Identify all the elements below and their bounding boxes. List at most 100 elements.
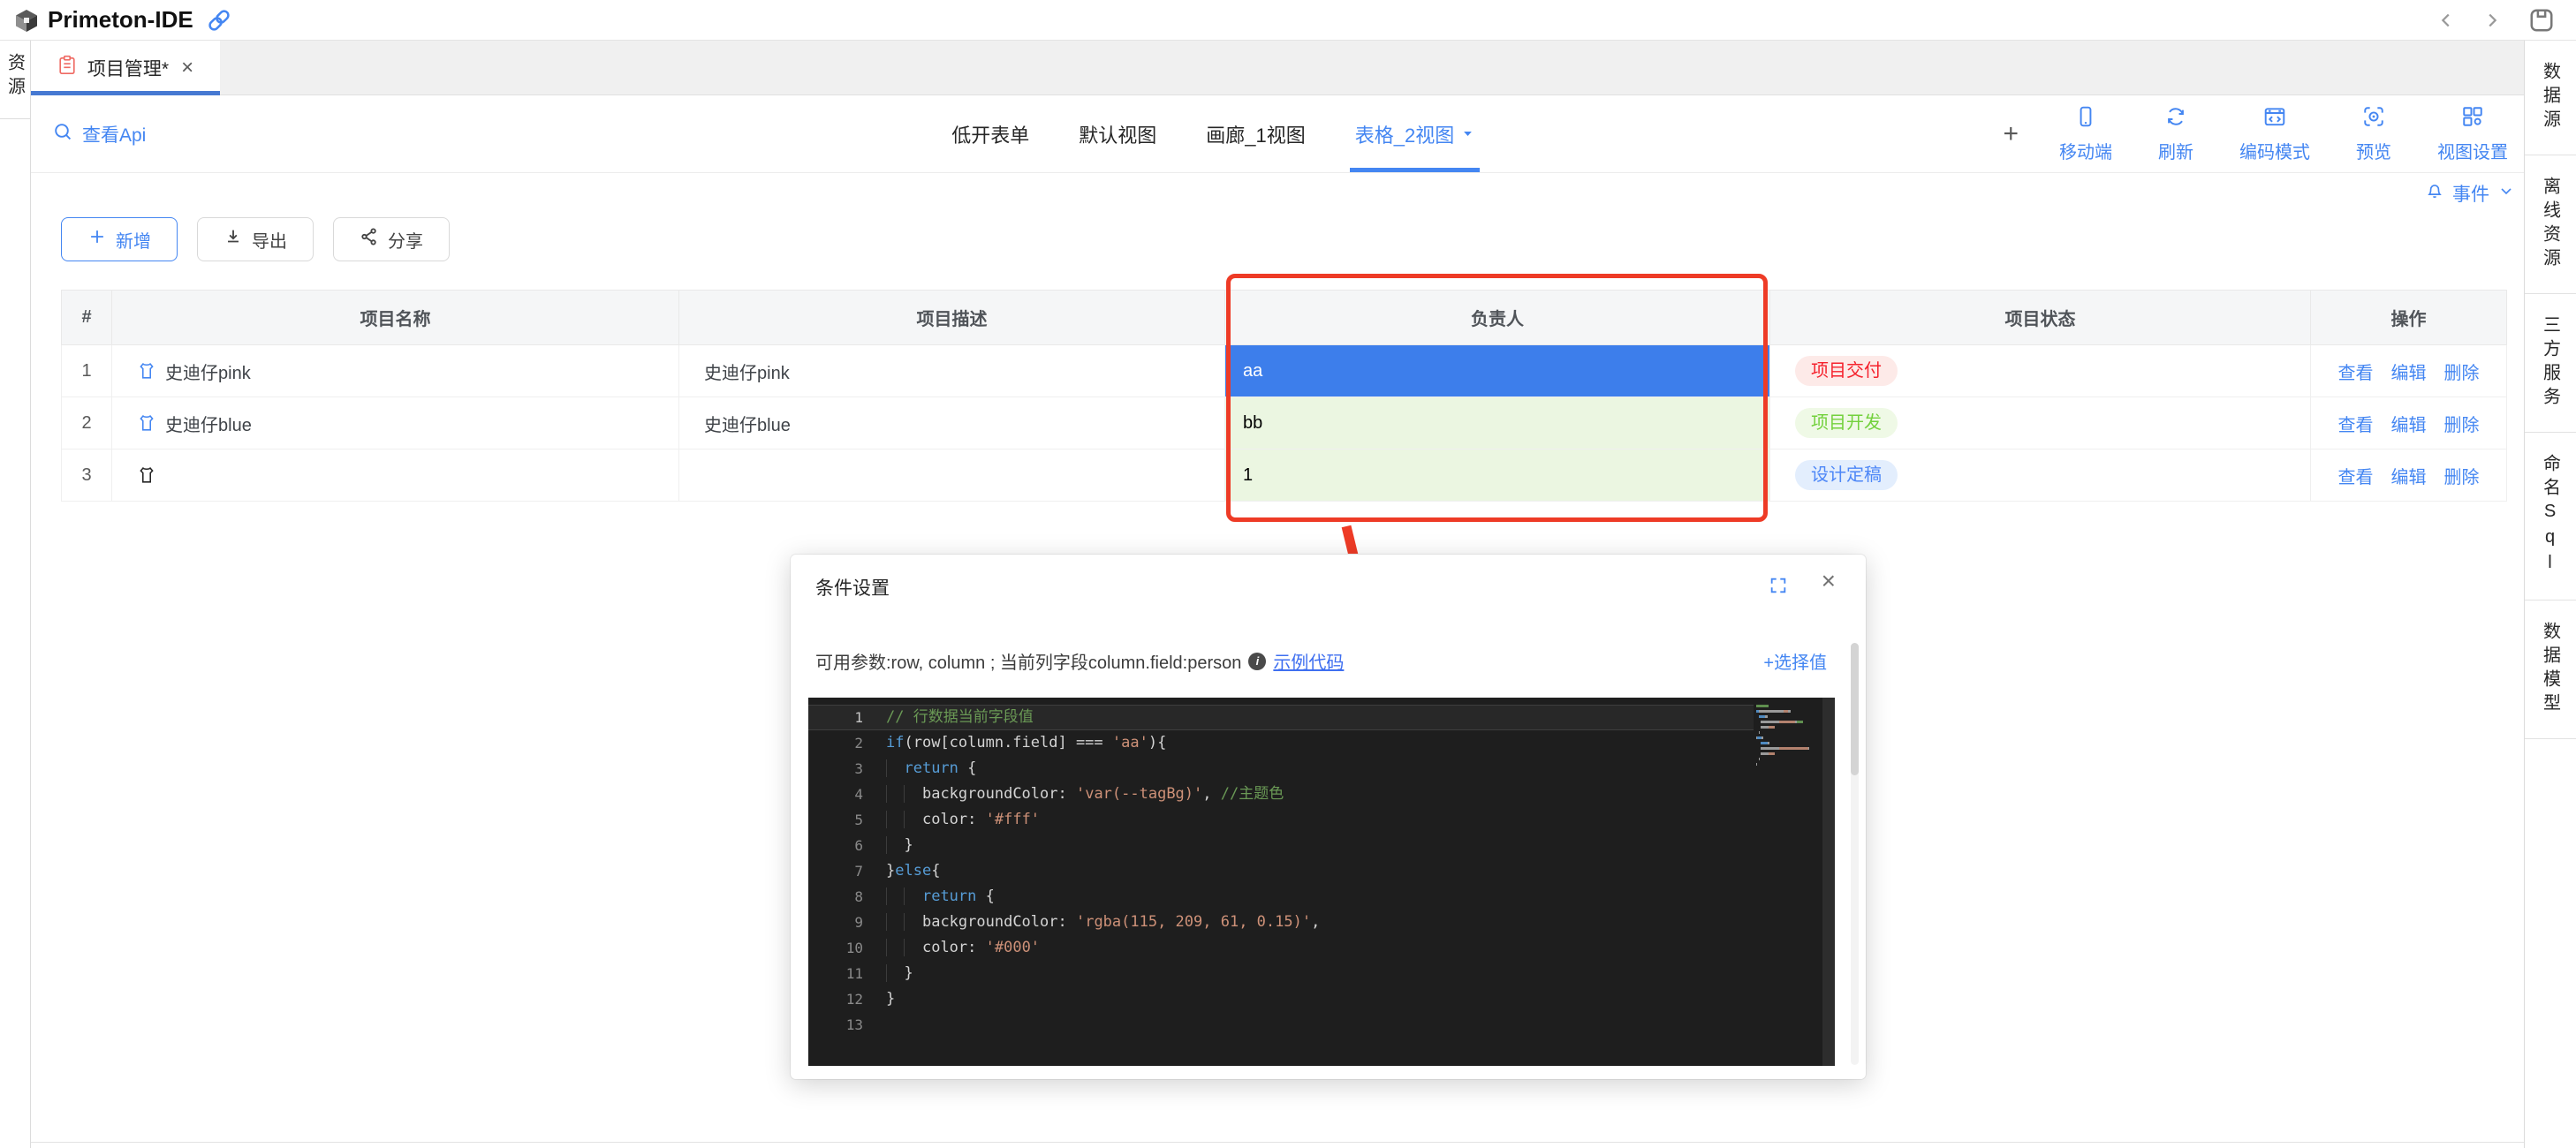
status-badge: 项目开发 xyxy=(1795,408,1898,438)
line-number: 5 xyxy=(808,807,863,833)
tool-视图设置[interactable]: 视图设置 xyxy=(2437,105,2508,163)
view-api-label: 查看Api xyxy=(82,121,146,147)
导出-button[interactable]: 导出 xyxy=(197,217,314,261)
view-tab-label: 低开表单 xyxy=(951,120,1029,148)
view-tab-默认视图[interactable]: 默认视图 xyxy=(1079,95,1156,172)
tab-close-icon[interactable]: × xyxy=(181,57,193,79)
rail-item-label: 命名Sql xyxy=(2538,454,2564,578)
info-icon[interactable]: i xyxy=(1248,653,1266,670)
tool-label: 刷新 xyxy=(2158,138,2193,163)
row-index-cell: 2 xyxy=(62,397,112,449)
row-index-cell: 3 xyxy=(62,449,112,502)
save-icon[interactable] xyxy=(2528,7,2555,34)
rail-item-label: 三方服务 xyxy=(2538,315,2564,411)
action-links: 查看编辑删除 xyxy=(2311,463,2506,488)
select-value-button[interactable]: +选择值 xyxy=(1763,648,1827,674)
right-rail-item-数据源[interactable]: 数据源 xyxy=(2525,41,2576,155)
condition-settings-dialog: 条件设置 × 可用参数:row, column ; 当前列字段column.fi… xyxy=(791,555,1866,1079)
right-rail-item-离线资源[interactable]: 离线资源 xyxy=(2525,155,2576,294)
tab-project-management[interactable]: 项目管理* × xyxy=(31,41,220,94)
view-tab-低开表单[interactable]: 低开表单 xyxy=(951,95,1029,172)
editor-minimap[interactable] xyxy=(1754,698,1822,789)
project-desc-cell: 史迪仔blue xyxy=(679,397,1225,449)
line-content: } xyxy=(863,833,913,858)
nav-forward-icon[interactable] xyxy=(2482,11,2502,30)
button-label: 导出 xyxy=(252,227,287,253)
table-header-row: #项目名称项目描述负责人项目状态操作 xyxy=(62,291,2507,345)
link-icon[interactable] xyxy=(206,7,232,34)
tool-编码模式[interactable]: 编码模式 xyxy=(2239,105,2310,163)
line-number: 6 xyxy=(808,833,863,858)
action-links: 查看编辑删除 xyxy=(2311,411,2506,436)
chevron-down-icon[interactable] xyxy=(2497,182,2515,205)
line-number: 9 xyxy=(808,910,863,935)
line-number: 11 xyxy=(808,961,863,986)
view-tab-label: 画廊_1视图 xyxy=(1206,120,1305,148)
toolbar-tools: 移动端 刷新 编码模式预览视图设置 xyxy=(2059,95,2508,172)
code-line-10: 10 color: '#000' xyxy=(808,935,1835,961)
events-label[interactable]: 事件 xyxy=(2452,180,2489,207)
line-number: 7 xyxy=(808,858,863,884)
新增-button[interactable]: 新增 xyxy=(61,217,178,261)
app-title: Primeton-IDE xyxy=(48,6,193,34)
bottom-divider xyxy=(31,1142,2524,1143)
line-number: 8 xyxy=(808,884,863,910)
tool-刷新[interactable]: 刷新 xyxy=(2158,105,2193,163)
code-line-6: 6 } xyxy=(808,833,1835,858)
sample-code-link[interactable]: 示例代码 xyxy=(1273,648,1344,674)
vest-icon xyxy=(137,465,156,485)
code-line-5: 5 color: '#fff' xyxy=(808,807,1835,833)
editor-scrollbar[interactable] xyxy=(1822,698,1835,1066)
action-link-删除[interactable]: 删除 xyxy=(2444,359,2480,384)
code-line-12: 12} xyxy=(808,986,1835,1012)
action-link-查看[interactable]: 查看 xyxy=(2338,463,2374,488)
view-tabs: 低开表单 默认视图 画廊_1视图 表格_2视图 xyxy=(951,95,1474,172)
tool-label: 移动端 xyxy=(2059,138,2112,163)
line-content: } xyxy=(863,961,913,986)
action-link-删除[interactable]: 删除 xyxy=(2444,411,2480,436)
owner-value: bb xyxy=(1225,397,1769,449)
action-link-编辑[interactable]: 编辑 xyxy=(2391,463,2427,488)
action-link-编辑[interactable]: 编辑 xyxy=(2391,359,2427,384)
table-row: 2史迪仔blue史迪仔bluebb项目开发查看编辑删除 xyxy=(62,397,2507,449)
view-api-link[interactable]: 查看Api xyxy=(52,95,432,172)
action-link-编辑[interactable]: 编辑 xyxy=(2391,411,2427,436)
right-rail-item-命名Sql[interactable]: 命名Sql xyxy=(2525,433,2576,600)
code-mode-icon xyxy=(2263,105,2286,133)
close-icon[interactable]: × xyxy=(1822,569,1836,593)
code-line-1: 1// 行数据当前字段值 xyxy=(808,705,1835,730)
nav-back-icon[interactable] xyxy=(2436,11,2456,30)
left-rail-resources[interactable]: 资源 xyxy=(3,53,28,101)
share-icon xyxy=(360,227,379,252)
rail-item-label: 离线资源 xyxy=(2538,177,2564,272)
action-link-删除[interactable]: 删除 xyxy=(2444,463,2480,488)
search-icon xyxy=(52,121,73,147)
action-link-查看[interactable]: 查看 xyxy=(2338,411,2374,436)
dialog-title: 条件设置 xyxy=(815,574,890,600)
line-content: color: '#fff' xyxy=(863,807,1040,833)
action-buttons: 新增 导出 分享 xyxy=(61,217,2506,261)
ide-window: Primeton-IDE 资源 xyxy=(0,0,2576,1148)
tab-label: 项目管理* xyxy=(87,55,169,81)
line-number: 4 xyxy=(808,782,863,807)
right-rail-item-数据模型[interactable]: 数据模型 xyxy=(2525,600,2576,739)
code-editor[interactable]: 1// 行数据当前字段值2if(row[column.field] === 'a… xyxy=(808,698,1835,1066)
right-rail-item-三方服务[interactable]: 三方服务 xyxy=(2525,294,2576,433)
dialog-scrollbar[interactable] xyxy=(1851,643,1859,1065)
project-desc-cell xyxy=(679,449,1225,502)
line-number: 3 xyxy=(808,756,863,782)
caret-down-icon xyxy=(1461,123,1474,146)
right-rail: 数据源离线资源三方服务命名Sql 数据模型 xyxy=(2524,41,2576,1148)
add-view-button[interactable]: + xyxy=(2003,95,2019,172)
view-tab-画廊_1视图[interactable]: 画廊_1视图 xyxy=(1206,95,1305,172)
line-content xyxy=(863,1012,886,1038)
tool-预览[interactable]: 预览 xyxy=(2356,105,2391,163)
tool-移动端[interactable]: 移动端 xyxy=(2059,105,2112,163)
line-number: 13 xyxy=(808,1012,863,1038)
分享-button[interactable]: 分享 xyxy=(333,217,450,261)
line-content: return { xyxy=(863,884,995,910)
view-tab-表格_2视图[interactable]: 表格_2视图 xyxy=(1355,95,1474,172)
param-text: 可用参数:row, column ; 当前列字段column.field:per… xyxy=(815,648,1241,674)
expand-icon[interactable] xyxy=(1769,576,1788,595)
action-link-查看[interactable]: 查看 xyxy=(2338,359,2374,384)
